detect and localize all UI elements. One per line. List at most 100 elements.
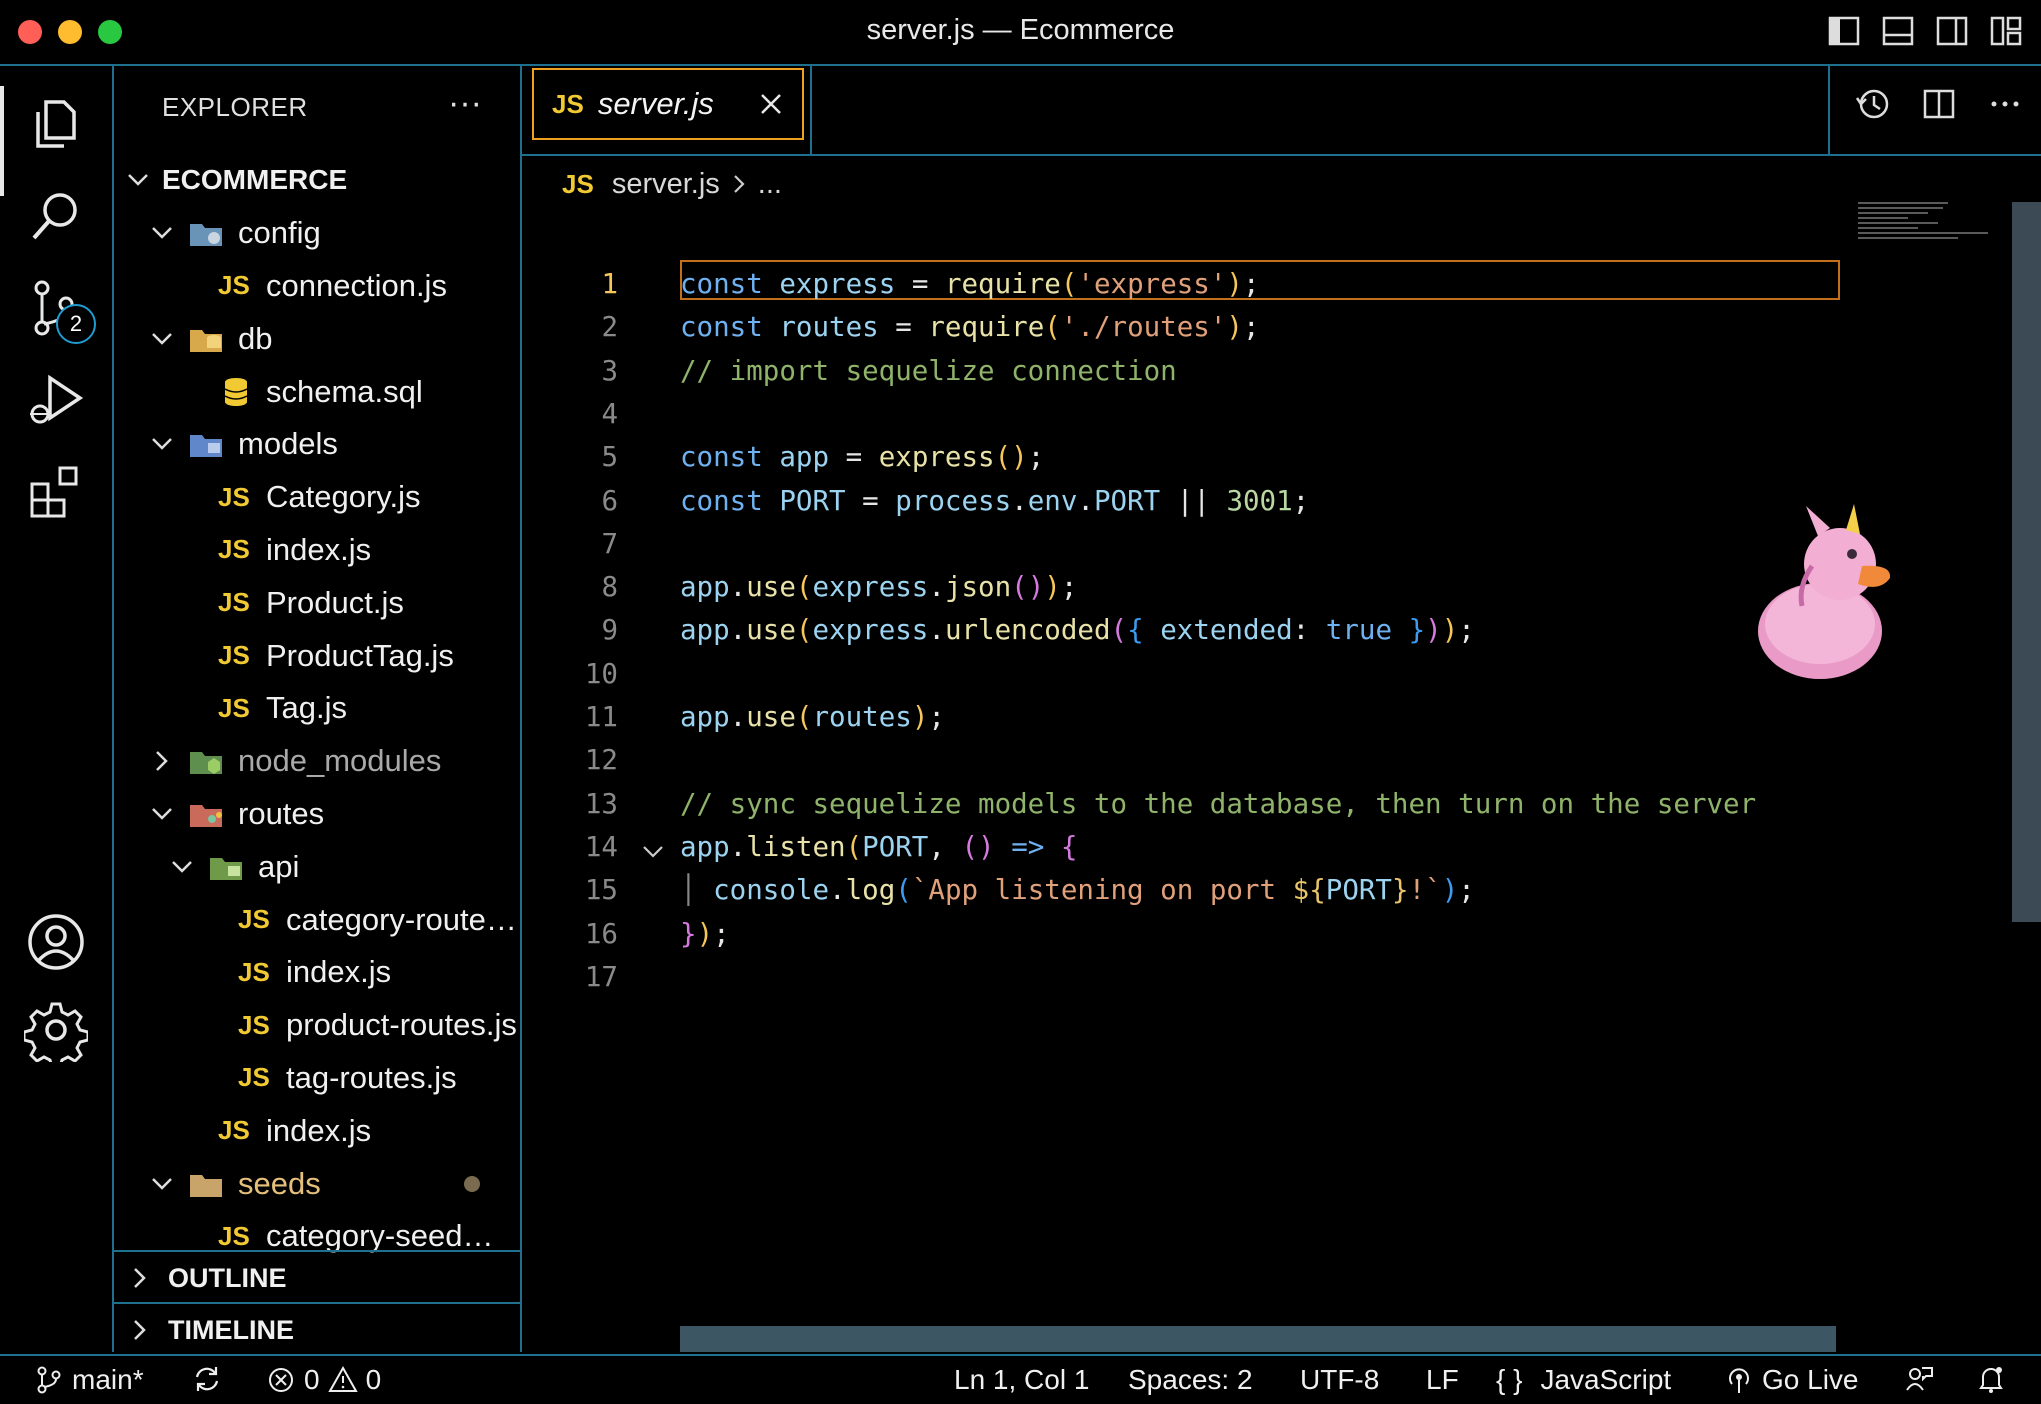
search-button[interactable] — [18, 178, 94, 254]
tree-file-product-routes-js[interactable]: JS product-routes.js — [114, 999, 520, 1052]
tree-file-product-js[interactable]: JS Product.js — [114, 576, 520, 629]
tree-root-ecommerce[interactable]: ECOMMERCE — [114, 154, 520, 207]
feedback-icon — [1906, 1367, 1933, 1391]
editor-actions — [1855, 86, 2023, 122]
chevron-right-icon — [134, 1268, 146, 1288]
toggle-panel-icon[interactable] — [1881, 14, 1915, 48]
gear-icon — [24, 1002, 88, 1062]
minimap[interactable] — [1858, 202, 1998, 262]
timeline-history-icon[interactable] — [1855, 86, 1891, 122]
tree-folder-config[interactable]: config — [114, 207, 520, 260]
code-line: 13 // sync sequelize models to the datab… — [584, 787, 1757, 820]
customize-layout-icon[interactable] — [1989, 14, 2023, 48]
chevron-down-icon — [152, 332, 172, 345]
database-icon — [218, 376, 254, 408]
code-line: 12 — [584, 744, 618, 777]
tree-folder-routes[interactable]: routes — [114, 788, 520, 841]
js-file-icon: JS — [218, 270, 250, 301]
eol-status[interactable]: LF — [1426, 1364, 1459, 1396]
tab-server-js[interactable]: JS server.js — [532, 68, 804, 140]
js-file-icon: JS — [218, 640, 250, 671]
folder-node-icon — [188, 745, 224, 777]
tree-file-models-index-js[interactable]: JS index.js — [114, 524, 520, 577]
fold-chevron-icon[interactable] — [640, 839, 666, 865]
tree-file-category-routes-js[interactable]: JS category-routes.js — [114, 893, 520, 946]
cursor-position[interactable]: Ln 1, Col 1 — [954, 1364, 1089, 1396]
run-debug-button[interactable] — [18, 362, 94, 438]
code-line: 14 app.listen(PORT, () => { — [584, 830, 1078, 865]
extensions-button[interactable] — [18, 454, 94, 530]
chevron-down-icon — [152, 438, 172, 451]
tree-folder-seeds[interactable]: seeds — [114, 1157, 520, 1210]
notifications-button[interactable] — [1976, 1364, 2006, 1394]
close-icon[interactable] — [756, 89, 786, 119]
folder-icon — [188, 1168, 224, 1200]
tree-file-tag-routes-js[interactable]: JS tag-routes.js — [114, 1052, 520, 1105]
horizontal-scrollbar[interactable] — [680, 1326, 1836, 1352]
code-line: 8 app.use(express.json()); — [601, 571, 1078, 604]
toggle-secondary-sidebar-icon[interactable] — [1935, 14, 1969, 48]
more-actions-icon[interactable] — [1987, 86, 2023, 122]
explorer-button[interactable] — [0, 86, 94, 196]
accounts-button[interactable] — [18, 904, 94, 980]
breadcrumb: JS server.js ... — [562, 156, 782, 212]
chevron-right-icon — [734, 175, 745, 193]
chevron-right-icon — [134, 1320, 146, 1340]
title-bar: server.js — Ecommerce — [0, 0, 2041, 66]
feedback-button[interactable] — [1904, 1364, 1934, 1394]
settings-button[interactable] — [18, 992, 94, 1068]
folder-config-icon — [188, 217, 224, 249]
explorer-more-actions[interactable]: ··· — [448, 84, 482, 123]
js-file-icon: JS — [218, 587, 250, 618]
go-live-button[interactable]: Go Live — [1724, 1364, 1859, 1396]
sync-button[interactable] — [192, 1364, 222, 1394]
tree-file-routes-index-js[interactable]: JS index.js — [114, 1104, 520, 1157]
folder-api-icon — [208, 851, 244, 883]
status-bar: main* 0 0 Ln 1, Col 1 Spaces: 2 UTF-8 LF… — [0, 1354, 2041, 1404]
tree-folder-models[interactable]: models — [114, 418, 520, 471]
editor-area: JS server.js JS server.js ... 1 const ex… — [522, 66, 2041, 1352]
tree-file-category-js[interactable]: JS Category.js — [114, 471, 520, 524]
breadcrumb-more[interactable]: ... — [758, 168, 782, 201]
toggle-primary-sidebar-icon[interactable] — [1827, 14, 1861, 48]
tree-folder-db[interactable]: db — [114, 312, 520, 365]
chevron-right-icon — [156, 751, 168, 772]
tree-folder-node-modules[interactable]: node_modules — [114, 735, 520, 788]
account-icon — [28, 914, 84, 970]
folder-db-icon — [188, 323, 224, 355]
tree-file-tag-js[interactable]: JS Tag.js — [114, 682, 520, 735]
branch-status[interactable]: main* — [34, 1364, 144, 1396]
timeline-section[interactable]: TIMELINE — [114, 1302, 520, 1356]
code-line: 10 — [584, 657, 618, 690]
tree-folder-api[interactable]: api — [114, 840, 520, 893]
js-file-icon: JS — [238, 1062, 270, 1093]
git-branch-icon — [37, 1366, 61, 1394]
js-file-icon: JS — [238, 956, 270, 987]
code-line: 11 app.use(routes); — [584, 701, 945, 733]
code-line: 16 }); — [584, 917, 730, 950]
js-file-icon: JS — [562, 168, 594, 199]
folder-routes-icon — [188, 798, 224, 830]
files-icon — [36, 100, 76, 148]
tree-file-schema-sql[interactable]: schema.sql — [114, 365, 520, 418]
indentation-status[interactable]: Spaces: 2 — [1128, 1364, 1253, 1396]
language-mode[interactable]: { } JavaScript — [1496, 1364, 1671, 1396]
source-control-button[interactable]: 2 — [18, 270, 96, 346]
code-line: 9 app.use(express.urlencoded({ extended:… — [601, 614, 1475, 647]
explorer-header: EXPLORER — [162, 92, 308, 122]
code-line: 5 const app = express(); — [601, 441, 1045, 474]
outline-section[interactable]: OUTLINE — [114, 1250, 520, 1304]
js-file-icon: JS — [218, 534, 250, 565]
tree-file-connection-js[interactable]: JS connection.js — [114, 260, 520, 313]
breadcrumb-file[interactable]: server.js — [612, 168, 720, 201]
tab-actions-separator — [1828, 66, 1830, 154]
tree-file-api-index-js[interactable]: JS index.js — [114, 946, 520, 999]
chevron-down-icon — [152, 808, 172, 820]
tree-file-producttag-js[interactable]: JS ProductTag.js — [114, 629, 520, 682]
split-editor-icon[interactable] — [1921, 86, 1957, 122]
tab-separator — [810, 66, 812, 154]
broadcast-icon — [1729, 1368, 1749, 1393]
encoding-status[interactable]: UTF-8 — [1300, 1364, 1379, 1396]
problems-status[interactable]: 0 0 — [266, 1364, 381, 1396]
search-icon — [32, 193, 77, 240]
